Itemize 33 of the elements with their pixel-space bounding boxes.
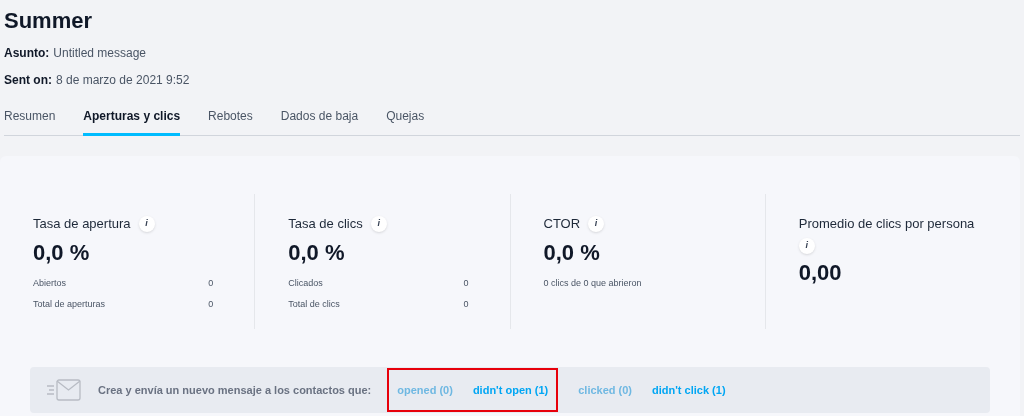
stat-title: CTOR (543, 215, 581, 233)
stat-value: 0,0 % (288, 238, 346, 267)
info-icon[interactable]: i (588, 215, 605, 232)
stat-count: 0 (463, 276, 469, 290)
stat-value: 0,00 (798, 258, 843, 287)
meta-label: Asunto: (4, 45, 50, 62)
info-icon[interactable]: i (138, 215, 155, 232)
stat-title: Tasa de clics (288, 215, 363, 233)
stat-count: 0 (208, 276, 214, 290)
stat-note: 0 clics de 0 que abrieron (543, 276, 643, 290)
envelope-icon (46, 378, 82, 402)
tab[interactable]: Aperturas y clics (83, 107, 181, 136)
resend-text: Crea y envía un nuevo mensaje a los contactos que: (98, 382, 372, 398)
meta-value: 8 de marzo de 2021 9:52 (56, 72, 190, 89)
tab[interactable]: Rebotes (208, 107, 253, 136)
stat-count: 0 (463, 298, 469, 311)
stat-value: 0,0 % (33, 238, 91, 267)
stat-label: Abiertos (33, 276, 67, 290)
stat-count: 0 (208, 298, 214, 311)
tab[interactable]: Quejas (386, 107, 425, 136)
tab[interactable]: Resumen (4, 107, 56, 136)
stat-label: Total de aperturas (33, 298, 106, 311)
info-icon[interactable]: i (370, 215, 387, 232)
page-title: Summer (4, 7, 94, 35)
stat-title: Promedio de clics por persona (798, 215, 975, 233)
meta-label: Sent on: (4, 72, 52, 89)
stat-title: Tasa de apertura (33, 215, 131, 233)
meta-value: Untitled message (53, 45, 147, 62)
stat-label: Total de clics (288, 298, 340, 311)
stat-label: Clicados (288, 276, 323, 290)
info-icon[interactable]: i (798, 237, 815, 254)
stat-value: 0,0 % (543, 238, 601, 267)
tab[interactable]: Dados de baja (280, 107, 359, 136)
